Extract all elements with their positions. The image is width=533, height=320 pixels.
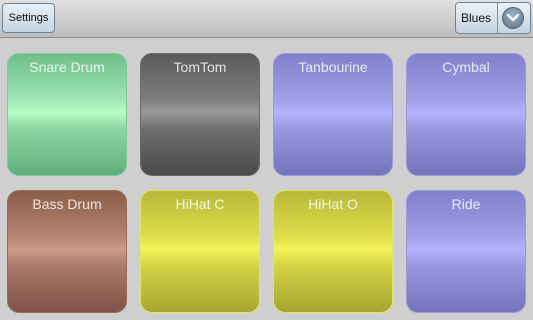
toolbar: Settings Blues xyxy=(0,0,533,38)
pad-label: Cymbal xyxy=(442,59,490,75)
pad-ride[interactable]: Ride xyxy=(406,190,526,313)
style-select-divider xyxy=(497,3,498,33)
pad-tanbourine[interactable]: Tanbourine xyxy=(273,53,393,176)
style-select[interactable]: Blues xyxy=(455,2,531,34)
pad-hihat-open[interactable]: HiHat O xyxy=(273,190,393,313)
pad-label: Snare Drum xyxy=(29,59,105,75)
chevron-down-icon[interactable] xyxy=(502,7,524,29)
drum-pad-app: Settings Blues Snare Drum TomTom Tanbour… xyxy=(0,0,533,320)
settings-button[interactable]: Settings xyxy=(2,3,55,33)
pad-label: Ride xyxy=(451,196,481,212)
style-select-value: Blues xyxy=(460,11,492,25)
pad-label: HiHat C xyxy=(175,196,225,212)
pad-hihat-closed[interactable]: HiHat C xyxy=(140,190,260,313)
pad-label: TomTom xyxy=(173,59,227,75)
pad-tomtom[interactable]: TomTom xyxy=(140,53,260,176)
pad-bass-drum[interactable]: Bass Drum xyxy=(7,190,127,313)
pad-label: Tanbourine xyxy=(298,59,368,75)
pad-label: Bass Drum xyxy=(32,196,102,212)
pad-cymbal[interactable]: Cymbal xyxy=(406,53,526,176)
pad-label: HiHat O xyxy=(308,196,358,212)
pad-grid: Snare Drum TomTom Tanbourine Cymbal Bass… xyxy=(0,38,533,320)
pad-snare-drum[interactable]: Snare Drum xyxy=(7,53,127,176)
